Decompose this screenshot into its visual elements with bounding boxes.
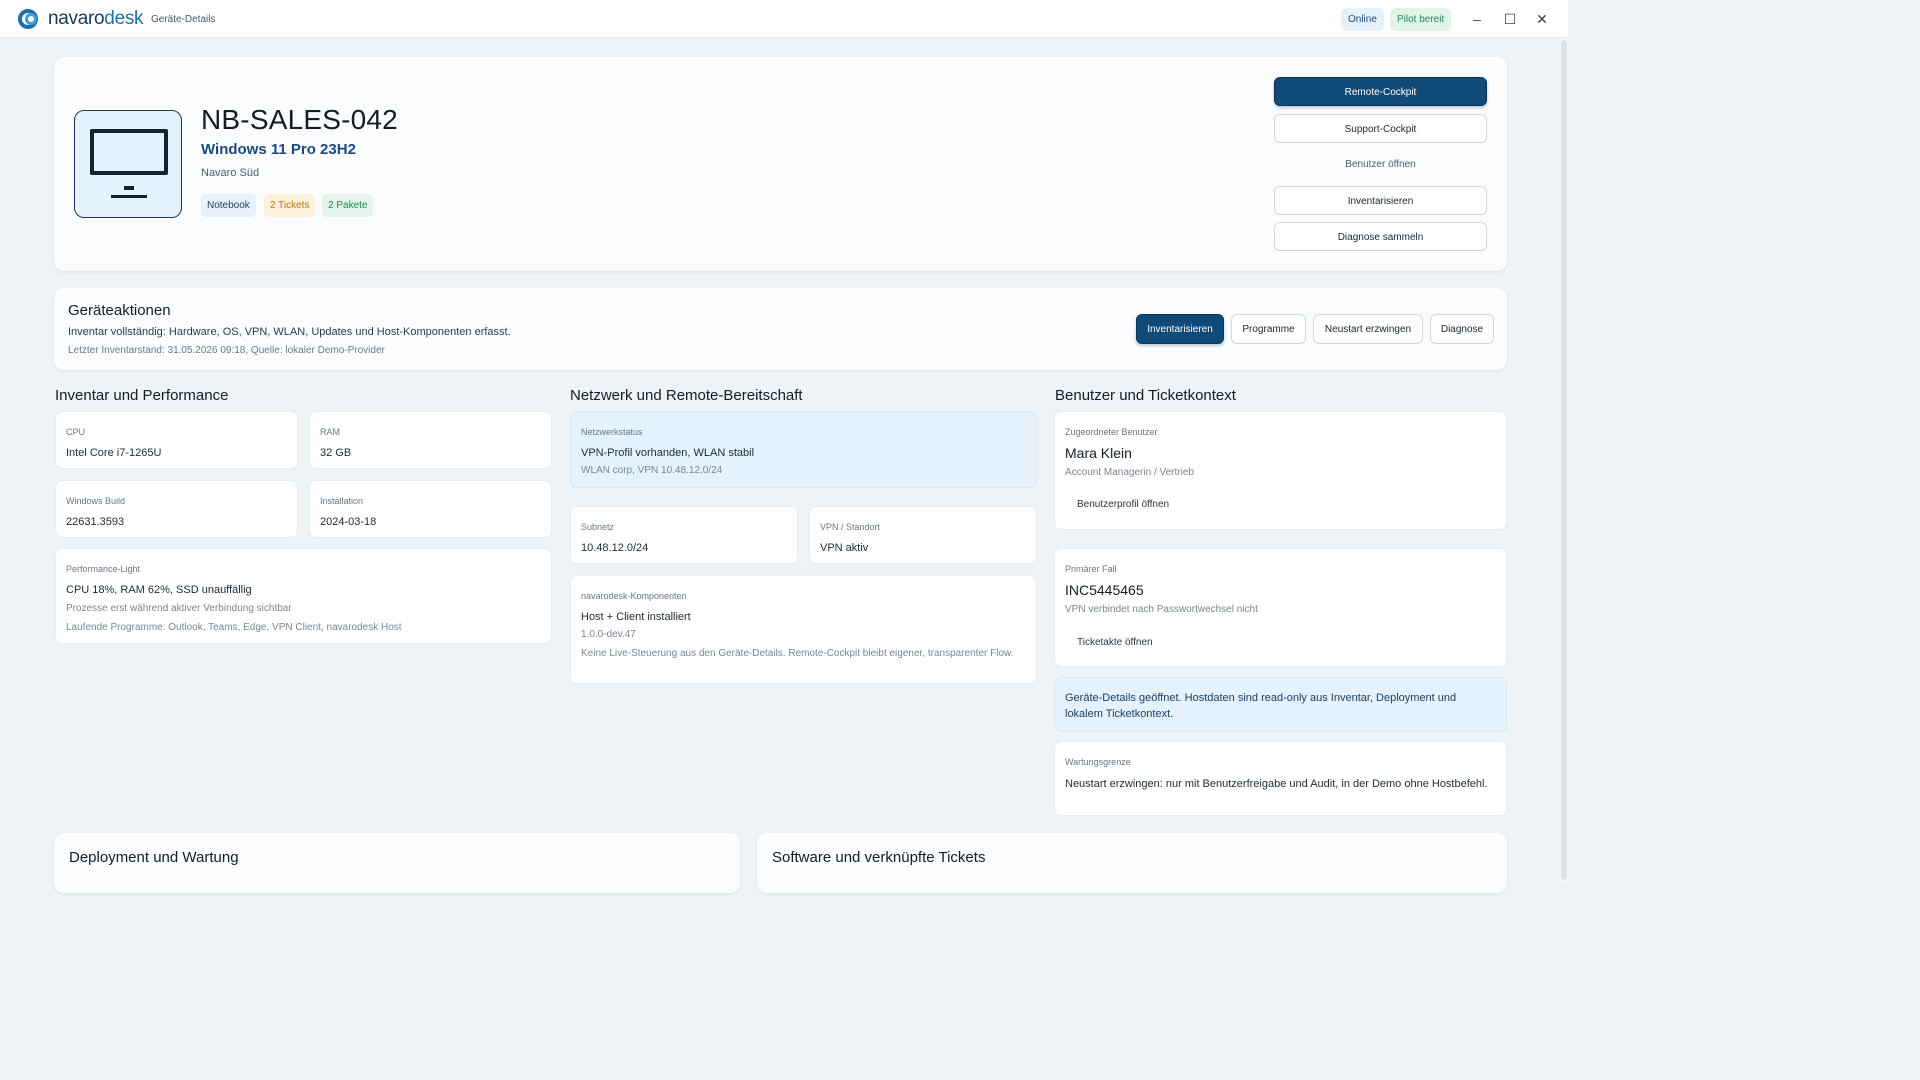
performance-card: Performance-Light CPU 18%, RAM 62%, SSD …: [55, 548, 552, 644]
installation-card: Installation 2024-03-18: [309, 480, 552, 538]
remote-cockpit-button[interactable]: Remote-Cockpit: [1274, 77, 1487, 106]
installation-value: 2024-03-18: [320, 516, 377, 528]
primary-case-card: Primärer Fall INC5445465 VPN verbindet n…: [1054, 548, 1507, 667]
primary-case-summary: VPN verbindet nach Passwortwechsel nicht: [1065, 604, 1258, 615]
user-context-section-title: Benutzer und Ticketkontext: [1055, 387, 1236, 404]
maintenance-card: Wartungsgrenze Neustart erzwingen: nur m…: [1054, 741, 1507, 816]
windows-build-card: Windows Build 22631.3593: [55, 480, 298, 538]
device-actions-meta: Letzter Inventarstand: 31.05.2026 09:18,…: [68, 345, 385, 356]
subnet-card: Subnetz 10.48.12.0/24: [570, 506, 798, 564]
components-version: 1.0.0-dev.47: [581, 629, 636, 640]
scrollbar[interactable]: [1560, 38, 1568, 882]
assigned-user-role: Account Managerin / Vertrieb: [1065, 467, 1194, 478]
action-inventory-button[interactable]: Inventarisieren: [1136, 314, 1224, 344]
title-bar: navarodesk Geräte-Details Online Pilot b…: [0, 0, 1568, 38]
primary-case-id: INC5445465: [1065, 582, 1144, 598]
components-note: Keine Live-Steuerung aus den Geräte-Deta…: [581, 648, 1014, 659]
navarodesk-logo-icon: [18, 8, 44, 30]
assigned-user-label: Zugeordneter Benutzer: [1065, 427, 1158, 437]
vpn-card: VPN / Standort VPN aktiv: [809, 506, 1037, 564]
collect-diagnose-button[interactable]: Diagnose sammeln: [1274, 222, 1487, 251]
performance-value: CPU 18%, RAM 62%, SSD unauffällig: [66, 584, 252, 596]
cpu-label: CPU: [66, 427, 86, 437]
inventory-button[interactable]: Inventarisieren: [1274, 186, 1487, 215]
windows-build-label: Windows Build: [66, 496, 126, 506]
cpu-value: Intel Core i7-1265U: [66, 447, 162, 459]
vpn-label: VPN / Standort: [820, 522, 881, 532]
cpu-card: CPU Intel Core i7-1265U: [55, 411, 298, 469]
status-badge-pilot: Pilot bereit: [1390, 8, 1452, 31]
status-badge-online: Online: [1341, 8, 1384, 31]
network-status-value: VPN-Profil vorhanden, WLAN stabil: [581, 447, 755, 459]
device-actions-title: Geräteaktionen: [68, 302, 171, 319]
performance-note: Prozesse erst während aktiver Verbindung…: [66, 603, 292, 614]
monitor-icon: [74, 110, 182, 218]
software-title: Software und verknüpfte Tickets: [772, 849, 986, 866]
installation-label: Installation: [320, 496, 364, 506]
assigned-user-name: Mara Klein: [1065, 445, 1132, 461]
ram-value: 32 GB: [320, 447, 352, 459]
ram-card: RAM 32 GB: [309, 411, 552, 469]
subnet-label: Subnetz: [581, 522, 615, 532]
device-tenant: Navaro Süd: [201, 167, 260, 179]
vpn-value: VPN aktiv: [820, 542, 869, 554]
maximize-icon[interactable]: ☐: [1501, 10, 1519, 28]
components-card: navarodesk-Komponenten Host + Client ins…: [570, 575, 1037, 684]
primary-case-label: Primärer Fall: [1065, 564, 1117, 574]
running-programs: Laufende Programme: Outlook, Teams, Edge…: [66, 622, 402, 633]
components-value: Host + Client installiert: [581, 611, 691, 623]
app-logo[interactable]: navarodesk: [18, 8, 144, 30]
badge-packages[interactable]: 2 Pakete: [322, 194, 374, 217]
action-diagnose-button[interactable]: Diagnose: [1430, 314, 1494, 344]
ram-label: RAM: [320, 427, 340, 437]
action-programs-button[interactable]: Programme: [1231, 314, 1306, 344]
maintenance-value: Neustart erzwingen: nur mit Benutzerfrei…: [1065, 778, 1488, 790]
open-ticket-file-link[interactable]: Ticketakte öffnen: [1077, 637, 1153, 648]
device-actions-card: Geräteaktionen Inventar vollständig: Har…: [54, 288, 1507, 370]
logo-text: navarodesk: [48, 8, 144, 29]
network-section-title: Netzwerk und Remote-Bereitschaft: [570, 387, 803, 404]
device-header-card: NB-SALES-042 Windows 11 Pro 23H2 Navaro …: [54, 57, 1507, 271]
open-user-profile-link[interactable]: Benutzerprofil öffnen: [1077, 499, 1169, 510]
info-notice: Geräte-Details geöffnet. Hostdaten sind …: [1054, 677, 1507, 732]
badge-device-type: Notebook: [201, 194, 256, 217]
device-name: NB-SALES-042: [201, 104, 398, 135]
info-notice-text: Geräte-Details geöffnet. Hostdaten sind …: [1065, 692, 1457, 720]
deployment-card: Deployment und Wartung: [54, 833, 740, 893]
assigned-user-card: Zugeordneter Benutzer Mara Klein Account…: [1054, 411, 1507, 530]
inventory-section-title: Inventar und Performance: [55, 387, 229, 404]
windows-build-value: 22631.3593: [66, 516, 125, 528]
network-status-card: Netzwerkstatus VPN-Profil vorhanden, WLA…: [570, 411, 1037, 488]
device-actions-description: Inventar vollständig: Hardware, OS, VPN,…: [68, 326, 511, 338]
maintenance-label: Wartungsgrenze: [1065, 757, 1131, 767]
action-restart-button[interactable]: Neustart erzwingen: [1313, 314, 1423, 344]
device-os: Windows 11 Pro 23H2: [201, 141, 356, 158]
close-icon[interactable]: ✕: [1533, 10, 1551, 28]
subnet-value: 10.48.12.0/24: [581, 542, 649, 554]
network-status-detail: WLAN corp, VPN 10.48.12.0/24: [581, 465, 723, 476]
components-label: navarodesk-Komponenten: [581, 591, 687, 601]
scrollbar-thumb[interactable]: [1561, 40, 1567, 880]
support-cockpit-button[interactable]: Support-Cockpit: [1274, 114, 1487, 143]
deployment-title: Deployment und Wartung: [69, 849, 239, 866]
page-subtitle: Geräte-Details: [151, 14, 216, 25]
software-card: Software und verknüpfte Tickets: [757, 833, 1507, 893]
badge-tickets[interactable]: 2 Tickets: [264, 194, 316, 217]
network-status-label: Netzwerkstatus: [581, 427, 643, 437]
performance-label: Performance-Light: [66, 564, 141, 574]
minimize-icon[interactable]: –: [1468, 10, 1486, 28]
open-user-button[interactable]: Benutzer öffnen: [1274, 150, 1487, 179]
